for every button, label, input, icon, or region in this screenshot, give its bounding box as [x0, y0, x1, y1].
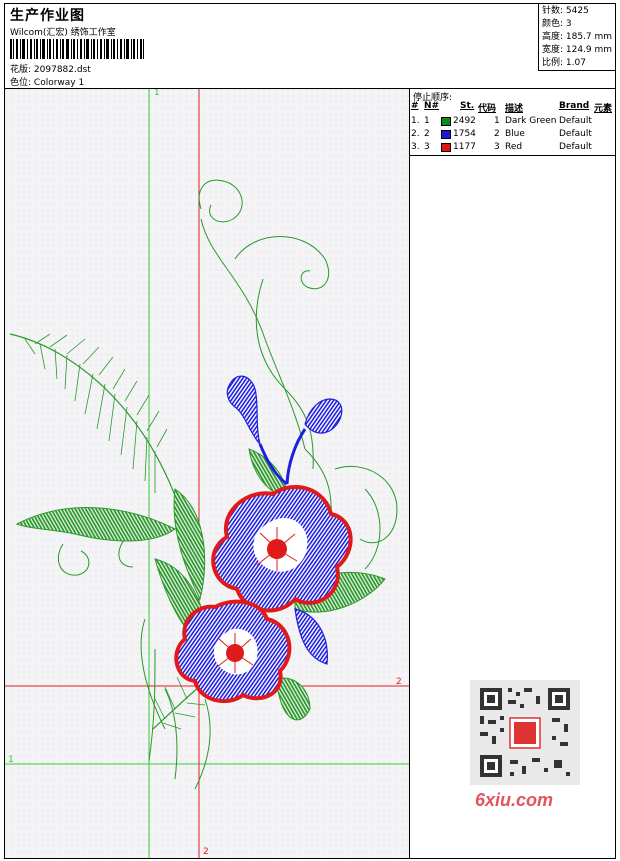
- logo-text: 6xiu.com: [475, 790, 554, 810]
- design-scale: 比例: 1.07: [542, 58, 586, 68]
- design-height: 高度: 185.7 mm: [542, 32, 613, 42]
- color-swatch-blue: [441, 130, 451, 139]
- embroidery-preview: [5, 89, 409, 858]
- stitch-count: 针数: 5425: [542, 6, 589, 16]
- qr-code: [470, 680, 580, 785]
- row-n: 3: [424, 142, 430, 152]
- colorway-label: 色位:: [10, 78, 32, 88]
- table-row: 3. 3 1177 3 Red Default: [410, 141, 615, 154]
- color-swatch-red: [441, 143, 451, 152]
- col-brand: Brand: [559, 101, 590, 111]
- color-count: 颜色: 3: [542, 19, 572, 29]
- site-logo: 6xiu.com: [475, 790, 553, 811]
- row-st: 1177: [453, 142, 476, 152]
- row-code: 1: [494, 116, 500, 126]
- row-desc: Red: [505, 142, 523, 152]
- design-info: 花版: 2097882.dst: [10, 62, 91, 75]
- row-desc: Dark Green: [505, 116, 557, 126]
- col-n: N#: [424, 101, 440, 111]
- col-desc: 描述: [505, 104, 524, 114]
- row-st: 2492: [453, 116, 476, 126]
- col-st: St.: [460, 101, 475, 111]
- row-num: 3.: [411, 142, 420, 152]
- table-row: 1. 1 2492 1 Dark Green Default: [410, 115, 615, 128]
- design-canvas: 1 1 2 2: [5, 89, 409, 858]
- page-title: 生产作业图: [10, 8, 85, 24]
- row-code: 2: [494, 129, 500, 139]
- guide-marker-bottom-2: 2: [203, 847, 209, 857]
- design-width: 宽度: 124.9 mm: [542, 45, 613, 55]
- stop-sequence-header: # N# St. 代码 描述 Brand 元素: [410, 101, 615, 114]
- colorway-value: Colorway 1: [33, 78, 85, 88]
- row-n: 2: [424, 129, 430, 139]
- table-row: 2. 2 1754 2 Blue Default: [410, 128, 615, 141]
- header: 生产作业图 Wilcom(汇宏) 绣饰工作室 花版: 2097882.dst 色…: [4, 3, 616, 89]
- row-num: 1.: [411, 116, 420, 126]
- row-brand: Default: [559, 116, 592, 126]
- guide-marker-right-2: 2: [396, 677, 402, 687]
- design-label: 花版:: [10, 65, 32, 75]
- stats-panel: 针数: 5425 颜色: 3 高度: 185.7 mm 宽度: 124.9 mm…: [538, 3, 616, 71]
- guide-marker-top-1: 1: [154, 89, 160, 98]
- row-desc: Blue: [505, 129, 525, 139]
- row-n: 1: [424, 116, 430, 126]
- design-value: 2097882.dst: [33, 65, 91, 75]
- stop-sequence-table: 1. 1 2492 1 Dark Green Default 2. 2 1754…: [410, 115, 615, 156]
- row-brand: Default: [559, 129, 592, 139]
- color-swatch-green: [441, 117, 451, 126]
- row-st: 1754: [453, 129, 476, 139]
- row-code: 3: [494, 142, 500, 152]
- row-num: 2.: [411, 129, 420, 139]
- col-code: 代码: [478, 104, 497, 114]
- col-num: #: [411, 101, 419, 111]
- company-name: Wilcom(汇宏) 绣饰工作室: [10, 28, 116, 38]
- guide-marker-left-1: 1: [8, 755, 14, 765]
- barcode: [10, 39, 144, 59]
- row-brand: Default: [559, 142, 592, 152]
- colorway-info: 色位: Colorway 1: [10, 75, 84, 88]
- col-element: 元素: [594, 104, 613, 114]
